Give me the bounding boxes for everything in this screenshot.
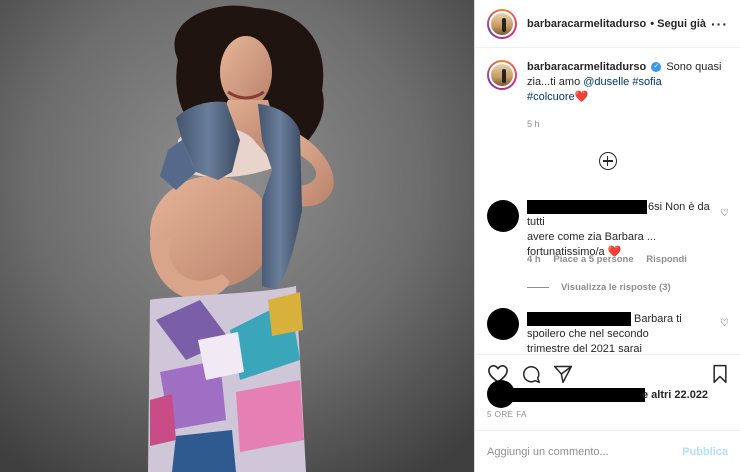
heart-emoji: ❤️ — [574, 91, 589, 103]
comment-text: 6si Non è da tutti avere come zia Barbar… — [527, 200, 717, 260]
caption-avatar[interactable] — [487, 60, 517, 90]
bookmark-icon[interactable] — [711, 364, 729, 384]
post-header: barbaracarmelitadurso • Segui già ··· — [475, 0, 740, 48]
caption-username[interactable]: barbaracarmelitadurso — [527, 61, 646, 73]
likes-row[interactable]: e altri 22.022 — [487, 380, 729, 408]
load-more-comments[interactable] — [475, 152, 740, 170]
likes-count[interactable]: e altri 22.022 — [642, 389, 708, 401]
avatar[interactable] — [487, 8, 517, 39]
plus-circle-icon[interactable] — [598, 152, 617, 170]
comment-likes[interactable]: Piace a 5 persone — [553, 254, 633, 265]
reply-button[interactable]: Rispondi — [646, 254, 687, 265]
heart-icon[interactable]: ♡ — [720, 318, 729, 329]
add-comment-bar: Pubblica — [475, 430, 740, 472]
more-options-icon[interactable]: ··· — [711, 16, 728, 32]
share-icon[interactable] — [553, 364, 573, 384]
list-item: Barbara ti spoilero che nel secondo trim… — [487, 306, 729, 354]
header-username[interactable]: barbaracarmelitadurso — [527, 18, 646, 30]
post-photo[interactable] — [0, 0, 474, 472]
comment-avatar[interactable] — [487, 308, 519, 340]
list-item: 6si Non è da tutti avere come zia Barbar… — [487, 196, 729, 296]
comment-input[interactable] — [487, 445, 683, 458]
view-replies-label: Visualizza le risposte (3) — [561, 282, 671, 293]
comment-line: Barbara ti — [634, 313, 682, 325]
heart-icon[interactable]: ♡ — [720, 208, 729, 219]
redacted-likers — [507, 388, 645, 402]
comment-user-suffix[interactable]: 6si — [527, 201, 662, 213]
post-time-ago[interactable]: 5 ORE FA — [487, 410, 527, 419]
caption-body: barbaracarmelitadurso ✓ Sono quasi zia..… — [527, 60, 728, 132]
comment-text: Barbara ti spoilero che nel secondo trim… — [527, 312, 717, 354]
verified-badge-icon: ✓ — [651, 62, 662, 73]
comment-line: trimestre del 2021 sarai — [527, 343, 642, 354]
caption-time[interactable]: 5 h — [527, 117, 728, 132]
comment-meta: 4 h Piace a 5 persone Rispondi — [527, 254, 697, 265]
view-replies-button[interactable]: Visualizza le risposte (3) — [527, 282, 671, 293]
mention-link[interactable]: @duselle — [583, 76, 629, 88]
publish-button[interactable]: Pubblica — [682, 446, 728, 458]
hashtag-link[interactable]: #colcuore — [527, 91, 575, 103]
comment-line: avere come zia Barbara ... — [527, 231, 657, 243]
caption: barbaracarmelitadurso ✓ Sono quasi zia..… — [475, 48, 740, 132]
comment-avatar[interactable] — [487, 200, 519, 232]
post-side-panel: barbaracarmelitadurso • Segui già ··· ba… — [474, 0, 740, 472]
post-photo-illustration — [0, 0, 474, 472]
comment-icon[interactable] — [521, 364, 541, 384]
comment-time[interactable]: 4 h — [527, 254, 541, 265]
comment-line: spoilero che nel secondo — [527, 328, 649, 340]
follow-status-button[interactable]: • Segui già — [650, 18, 706, 30]
hashtag-link[interactable]: #sofia — [632, 76, 661, 88]
